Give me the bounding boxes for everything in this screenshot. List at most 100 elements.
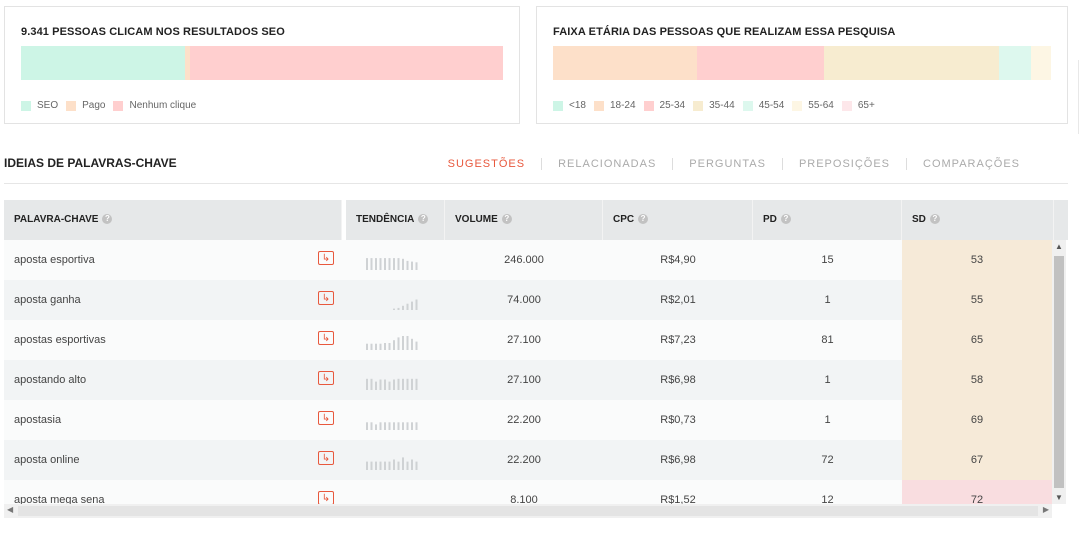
tab-prepositions[interactable]: PREPOSIÇÕES: [781, 158, 906, 170]
table-row[interactable]: aposta mega sena ↳ 8.100 R$1,52 12 72: [4, 480, 1052, 504]
table-row[interactable]: aposta online ↳ 22.200 R$6,98 72 67: [4, 440, 1052, 480]
trend-bar: [366, 461, 368, 470]
vertical-scrollbar[interactable]: ▲ ▼: [1052, 240, 1066, 504]
trend-bar: [397, 378, 400, 390]
trend-bar: [366, 422, 368, 430]
tab-related[interactable]: RELACIONADAS: [541, 158, 672, 170]
bar-segment: [1031, 46, 1051, 80]
open-keyword-icon[interactable]: ↳: [318, 411, 334, 425]
trend-bar: [388, 258, 391, 270]
trend-sparkline: [393, 299, 418, 310]
help-icon[interactable]: ?: [929, 214, 940, 225]
trend-bar: [402, 378, 404, 390]
trend-bar: [375, 424, 377, 430]
open-keyword-icon[interactable]: ↳: [318, 331, 334, 345]
volume-cell: 74.000: [507, 294, 541, 306]
trend-bar: [393, 258, 395, 270]
trend-bar: [375, 258, 377, 270]
scroll-left-icon[interactable]: ◀: [7, 505, 13, 514]
legend-item: 55-64: [792, 100, 834, 111]
column-header-sd[interactable]: SD?: [902, 200, 1054, 240]
scroll-right-icon[interactable]: ▶: [1043, 505, 1049, 514]
trend-bar: [397, 337, 400, 350]
bar-segment: [553, 46, 698, 80]
trend-sparkline: [366, 378, 418, 390]
help-icon[interactable]: ?: [638, 214, 649, 225]
trend-bar: [411, 459, 413, 470]
keyword-cell[interactable]: aposta esportiva: [14, 254, 95, 266]
table-row[interactable]: aposta ganha ↳ 74.000 R$2,01 1 55: [4, 280, 1052, 320]
trend-bar: [411, 301, 413, 310]
age-range-card: FAIXA ETÁRIA DAS PESSOAS QUE REALIZAM ES…: [536, 6, 1068, 124]
legend-swatch: [66, 100, 77, 111]
column-header-trend[interactable]: TENDÊNCIA?: [342, 200, 445, 240]
keyword-cell[interactable]: aposta online: [14, 454, 79, 466]
help-icon[interactable]: ?: [418, 214, 429, 225]
trend-bar: [384, 422, 386, 430]
column-header-cpc[interactable]: CPC?: [603, 200, 753, 240]
volume-cell: 27.100: [507, 374, 541, 386]
open-keyword-icon[interactable]: ↳: [318, 291, 334, 305]
trend-bar: [406, 422, 409, 430]
tab-comparisons[interactable]: COMPARAÇÕES: [906, 158, 1036, 170]
vertical-scroll-thumb[interactable]: [1054, 256, 1064, 488]
tab-questions[interactable]: PERGUNTAS: [672, 158, 782, 170]
pd-cell: 1: [824, 374, 831, 386]
keyword-cell[interactable]: aposta ganha: [14, 294, 81, 306]
keyword-cell[interactable]: apostasia: [14, 414, 61, 426]
column-header-pd-label: PD: [763, 214, 777, 225]
trend-bar: [411, 261, 413, 270]
volume-cell: 8.100: [510, 494, 538, 504]
help-icon[interactable]: ?: [780, 214, 791, 225]
open-keyword-icon[interactable]: ↳: [318, 451, 334, 465]
trend-bar: [384, 258, 386, 270]
keyword-cell[interactable]: apostas esportivas: [14, 334, 106, 346]
trend-bar: [397, 461, 400, 470]
table-row[interactable]: apostasia ↳ 22.200 R$0,73 1 69: [4, 400, 1052, 440]
trend-bar: [379, 461, 382, 470]
volume-cell: 22.200: [507, 414, 541, 426]
trend-bar: [393, 379, 395, 390]
horizontal-scroll-thumb[interactable]: [18, 506, 1038, 516]
scroll-down-icon[interactable]: ▼: [1052, 493, 1066, 502]
trend-bar: [402, 422, 404, 430]
column-header-sd-label: SD: [912, 214, 926, 225]
column-header-volume[interactable]: VOLUME?: [445, 200, 603, 240]
seo-clicks-legend: SEO Pago Nenhum clique: [21, 100, 204, 111]
trend-bar: [415, 262, 418, 270]
trend-bar: [375, 381, 377, 390]
column-header-keyword[interactable]: PALAVRA-CHAVE?: [4, 200, 342, 240]
bar-segment: [189, 46, 503, 80]
trend-bar: [415, 461, 418, 470]
legend-item: 25-34: [643, 100, 686, 111]
column-header-pd[interactable]: PD?: [753, 200, 902, 240]
trend-bar: [379, 379, 382, 390]
help-icon[interactable]: ?: [102, 214, 113, 225]
table-row[interactable]: aposta esportiva ↳ 246.000 R$4,90 15 53: [4, 240, 1052, 280]
trend-bar: [384, 343, 386, 350]
trend-bar: [406, 378, 409, 390]
trend-bar: [384, 379, 386, 390]
table-row[interactable]: apostando alto ↳ 27.100 R$6,98 1 58: [4, 360, 1052, 400]
section-divider: [4, 183, 1068, 184]
keyword-cell[interactable]: apostando alto: [14, 374, 86, 386]
scroll-up-icon[interactable]: ▲: [1052, 242, 1066, 251]
keyword-cell[interactable]: aposta mega sena: [14, 494, 105, 504]
trend-bar: [406, 260, 409, 270]
open-keyword-icon[interactable]: ↳: [318, 491, 334, 504]
trend-bar: [402, 258, 404, 270]
legend-label: 25-34: [659, 100, 686, 111]
help-icon[interactable]: ?: [501, 214, 512, 225]
table-row[interactable]: apostas esportivas ↳ 27.100 R$7,23 81 65: [4, 320, 1052, 360]
horizontal-scrollbar[interactable]: ◀ ▶: [4, 504, 1052, 518]
trend-bar: [402, 336, 404, 350]
tab-suggestions[interactable]: SUGESTÕES: [432, 158, 541, 170]
open-keyword-icon[interactable]: ↳: [318, 371, 334, 385]
legend-swatch: [593, 100, 604, 111]
trend-bar: [406, 303, 409, 310]
open-keyword-icon[interactable]: ↳: [318, 251, 334, 265]
legend-item: 18-24: [593, 100, 636, 111]
keyword-ideas-title: IDEIAS DE PALAVRAS-CHAVE: [4, 156, 177, 170]
sd-cell: 72: [902, 480, 1052, 504]
sd-cell: 69: [902, 400, 1052, 440]
